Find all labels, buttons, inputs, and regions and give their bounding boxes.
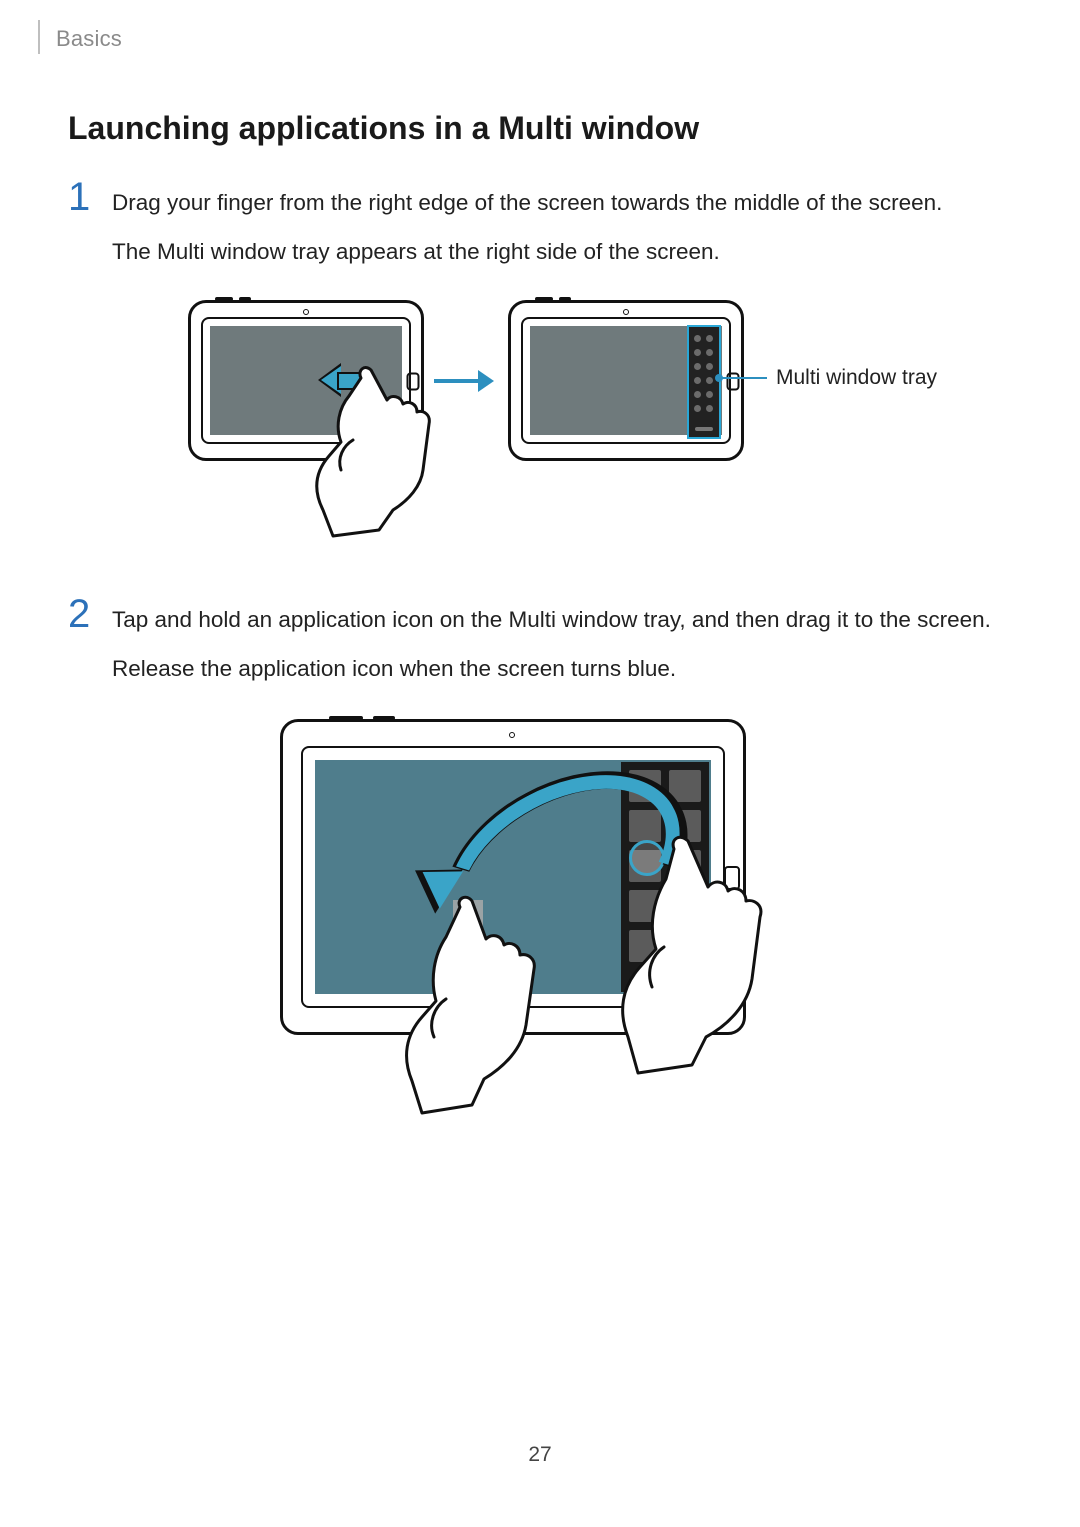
figure-step-1: Multi window tray xyxy=(128,300,1012,540)
step-1-line-2: The Multi window tray appears at the rig… xyxy=(112,232,1012,271)
step-2: 2 Tap and hold an application icon on th… xyxy=(68,600,1012,699)
hand-icon-swipe xyxy=(283,360,453,550)
step-1: 1 Drag your finger from the right edge o… xyxy=(68,183,1012,282)
step-2-line-1: Tap and hold an application icon on the … xyxy=(112,600,1012,639)
step-1-body: Drag your finger from the right edge of … xyxy=(112,183,1012,282)
hand-icon-pick xyxy=(610,829,810,1089)
callout-tray-label: Multi window tray xyxy=(776,366,937,390)
step-number-2: 2 xyxy=(68,594,112,634)
header-divider xyxy=(38,20,40,54)
page-content: Launching applications in a Multi window… xyxy=(68,110,1012,1149)
transition-arrow-icon xyxy=(434,370,494,392)
step-number-1: 1 xyxy=(68,177,112,217)
hand-icon-drop xyxy=(390,891,570,1131)
tablet-after xyxy=(508,300,744,461)
step-2-line-2: Release the application icon when the sc… xyxy=(112,649,1012,688)
section-label: Basics xyxy=(56,26,122,52)
callout-line xyxy=(721,377,767,379)
page-number: 27 xyxy=(0,1443,1080,1467)
multi-window-tray-small xyxy=(687,325,721,439)
figure-step-2 xyxy=(280,719,800,1149)
step-1-line-1: Drag your finger from the right edge of … xyxy=(112,183,1012,222)
step-2-body: Tap and hold an application icon on the … xyxy=(112,600,1012,699)
page-title: Launching applications in a Multi window xyxy=(68,110,1012,147)
